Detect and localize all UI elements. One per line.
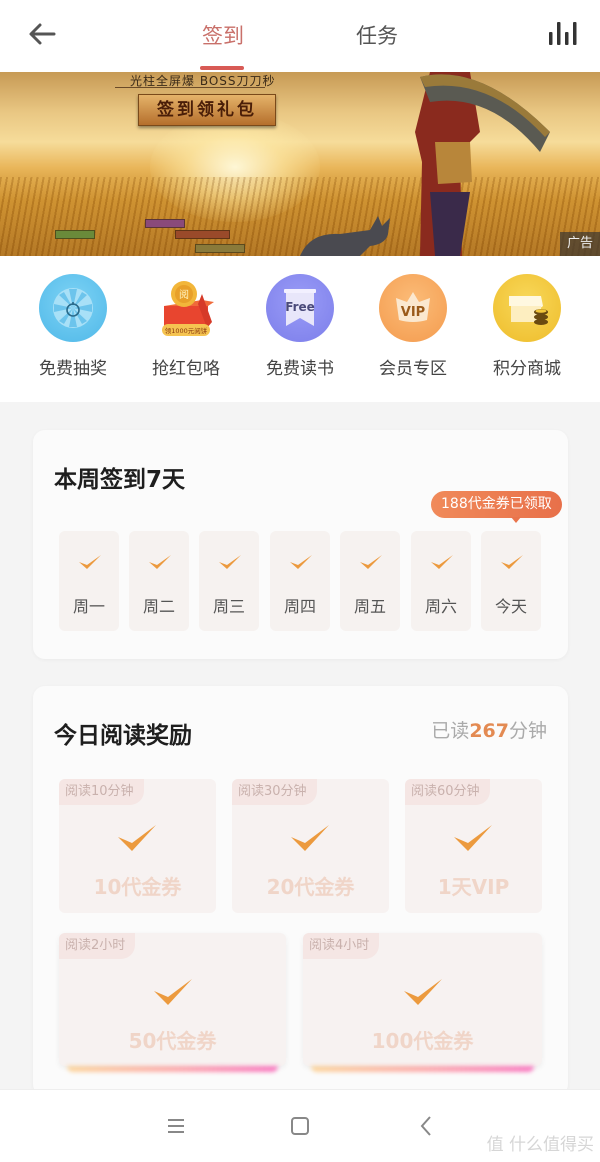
reading-reward-title: 今日阅读奖励 <box>54 723 192 749</box>
banner-tagline-divider <box>115 87 265 88</box>
svg-text:Free: Free <box>285 300 315 314</box>
shop-coins-icon <box>493 274 561 342</box>
checkmark-icon <box>154 979 192 1005</box>
read-stat-suffix: 分钟 <box>508 720 547 742</box>
checkmark-icon <box>79 555 101 569</box>
reward-tile[interactable]: 阅读2小时 50代金券 <box>59 933 286 1066</box>
day-label: 周五 <box>353 597 386 616</box>
entry-vip-zone[interactable]: VIP 会员专区 <box>358 274 468 379</box>
checkmark-icon <box>454 825 492 851</box>
menu-icon <box>168 1119 184 1133</box>
reward-requirement: 阅读60分钟 <box>405 779 490 805</box>
reward-requirement: 阅读4小时 <box>303 933 380 959</box>
entry-label: 免费抽奖 <box>39 359 107 379</box>
banner-ad[interactable]: 光柱全屏爆 BOSS刀刀秒 签到领礼包 广告 <box>0 72 600 256</box>
stats-button[interactable] <box>540 16 580 52</box>
arrow-left-icon <box>29 23 56 45</box>
free-book-icon: Free <box>266 274 334 342</box>
reward-tile[interactable]: 阅读30分钟 20代金券 <box>232 779 389 913</box>
back-button[interactable] <box>22 16 62 52</box>
signin-day[interactable]: 周二 <box>129 531 189 631</box>
reward-requirement: 阅读30分钟 <box>232 779 317 805</box>
day-label: 周一 <box>72 597 105 616</box>
signin-day[interactable]: 周六 <box>411 531 471 631</box>
signin-day[interactable]: 周一 <box>59 531 119 631</box>
chevron-left-icon <box>420 1116 431 1136</box>
read-minutes-stat: 已读267分钟 <box>431 716 547 743</box>
checkmark-icon <box>431 555 453 569</box>
checkmark-icon <box>290 555 312 569</box>
checkmark-icon <box>219 555 241 569</box>
entry-free-lottery[interactable]: 免费抽奖 <box>18 274 128 379</box>
entry-label: 抢红包咯 <box>152 359 220 379</box>
active-tab-indicator <box>200 66 244 70</box>
day-label: 周四 <box>283 597 316 616</box>
banner-hud-bar <box>175 230 230 239</box>
entry-label: 积分商城 <box>493 359 561 379</box>
reward-tile[interactable]: 阅读60分钟 1天VIP <box>405 779 542 913</box>
warrior-figure-icon <box>415 72 550 256</box>
entry-label: 会员专区 <box>379 359 447 379</box>
banner-hud-bar <box>55 230 95 239</box>
banner-hud-bar <box>195 244 245 253</box>
checkmark-icon <box>149 555 171 569</box>
reward-amount: 10代金券 <box>93 875 182 899</box>
home-square-icon <box>291 1117 309 1135</box>
banner-gift-button[interactable]: 签到领礼包 <box>138 94 276 126</box>
day-label: 周三 <box>212 597 245 616</box>
home-button[interactable] <box>286 1112 314 1140</box>
signin-day[interactable]: 周五 <box>340 531 400 631</box>
svg-text:阅: 阅 <box>179 288 189 301</box>
weekly-signin-card: 本周签到7天 188代金券已领取 周一 周二 周三 周四 周五 周六 今天 <box>33 430 568 659</box>
day-label: 今天 <box>494 597 527 616</box>
quick-entries: 免费抽奖 阅 领1000元阅饼 抢红包咯 Free 免费读书 VIP 会员专区 … <box>0 256 600 402</box>
read-minutes-value: 267 <box>469 720 509 742</box>
ad-label: 广告 <box>560 232 600 256</box>
reward-amount: 50代金券 <box>128 1029 217 1053</box>
svg-text:领1000元阅饼: 领1000元阅饼 <box>165 326 208 335</box>
recent-apps-button[interactable] <box>162 1112 190 1140</box>
checkmark-icon <box>291 825 329 851</box>
signin-day-today[interactable]: 今天 <box>481 531 541 631</box>
day-label: 周二 <box>142 597 175 616</box>
entry-label: 免费读书 <box>266 359 334 379</box>
banner-hud-bar <box>145 219 185 228</box>
reward-amount: 20代金券 <box>266 875 355 899</box>
vip-crown-icon: VIP <box>379 274 447 342</box>
weekly-signin-title: 本周签到7天 <box>54 467 186 493</box>
reading-reward-card: 今日阅读奖励 已读267分钟 阅读10分钟 10代金券 阅读30分钟 20代金券… <box>33 686 568 1096</box>
wolf-figure-icon <box>300 216 390 256</box>
reward-requirement: 阅读2小时 <box>59 933 136 959</box>
red-packet-icon: 阅 领1000元阅饼 <box>152 274 220 342</box>
checkmark-icon <box>118 825 156 851</box>
tab-task[interactable]: 任务 <box>356 20 398 50</box>
reward-claimed-bubble: 188代金券已领取 <box>431 491 562 523</box>
signin-day[interactable]: 周三 <box>199 531 259 631</box>
reward-tile[interactable]: 阅读4小时 100代金券 <box>303 933 542 1066</box>
entry-red-packet[interactable]: 阅 领1000元阅饼 抢红包咯 <box>131 274 241 379</box>
top-bar: 签到 任务 <box>0 0 600 72</box>
system-nav-bar: 值 什么值得买 <box>0 1089 600 1162</box>
reward-tile[interactable]: 阅读10分钟 10代金券 <box>59 779 216 913</box>
watermark: 值 什么值得买 <box>486 1135 594 1155</box>
day-label: 周六 <box>424 597 457 616</box>
entry-points-mall[interactable]: 积分商城 <box>472 274 582 379</box>
reward-requirement: 阅读10分钟 <box>59 779 144 805</box>
tab-signin[interactable]: 签到 <box>202 20 244 50</box>
reward-amount: 1天VIP <box>437 875 510 899</box>
entry-free-reading[interactable]: Free 免费读书 <box>245 274 355 379</box>
lottery-wheel-icon <box>39 274 107 342</box>
reward-amount: 100代金券 <box>371 1029 474 1053</box>
checkmark-icon <box>501 555 523 569</box>
system-back-button[interactable] <box>412 1112 440 1140</box>
signin-day[interactable]: 周四 <box>270 531 330 631</box>
checkmark-icon <box>404 979 442 1005</box>
read-stat-prefix: 已读 <box>431 720 470 742</box>
svg-text:VIP: VIP <box>401 305 425 320</box>
checkmark-icon <box>360 555 382 569</box>
bar-chart-icon <box>549 22 577 45</box>
